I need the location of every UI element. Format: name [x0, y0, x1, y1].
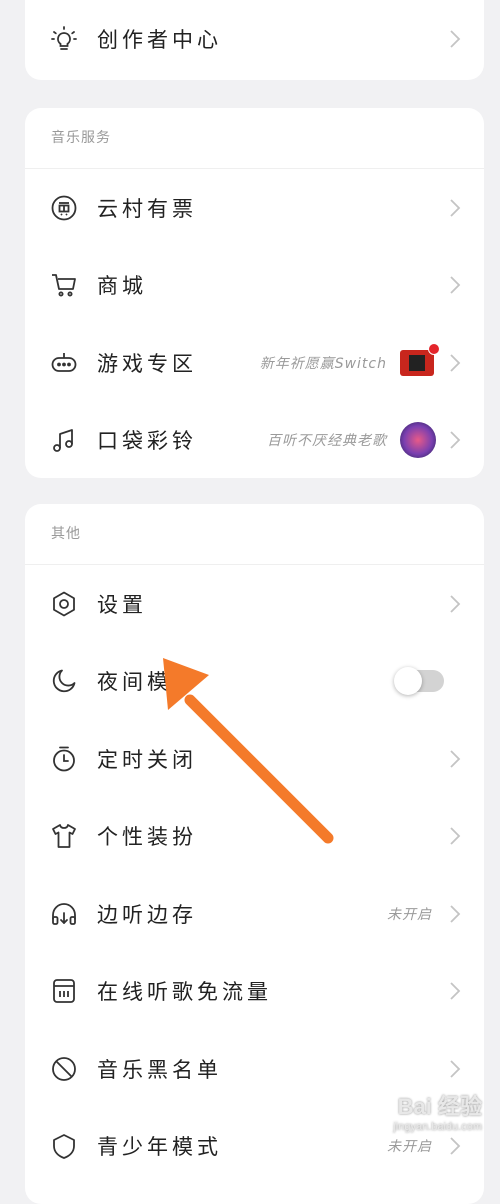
menu-item-tickets[interactable]: 云村有票	[25, 169, 484, 247]
chevron-right-icon	[450, 1137, 461, 1155]
menu-item-label: 个性装扮	[97, 825, 197, 850]
block-icon	[50, 1055, 78, 1083]
menu-item-label: 口袋彩铃	[97, 429, 197, 454]
creator-card: 创作者中心	[25, 0, 484, 80]
menu-item-listen-save[interactable]: 边听边存 未开启	[25, 875, 484, 953]
chevron-right-icon	[450, 750, 461, 768]
menu-item-night-mode: 夜间模	[25, 643, 484, 721]
gamepad-icon	[50, 349, 78, 377]
menu-item-games[interactable]: 游戏专区 新年祈愿赢Switch	[25, 324, 484, 402]
chevron-right-icon	[450, 905, 461, 923]
timer-icon	[50, 745, 78, 773]
menu-item-ringtone[interactable]: 口袋彩铃 百听不厌经典老歌	[25, 402, 484, 479]
chevron-right-icon	[450, 30, 461, 48]
section-title: 其他	[25, 504, 484, 565]
ticket-icon	[50, 194, 78, 222]
menu-item-free-data[interactable]: 在线听歌免流量	[25, 953, 484, 1031]
headphones-download-icon	[50, 900, 78, 928]
shopping-cart-icon	[50, 271, 78, 299]
t-shirt-icon	[50, 822, 78, 850]
menu-item-label: 边听边存	[97, 902, 197, 927]
menu-item-label: 夜间模	[97, 670, 172, 695]
menu-item-label: 云村有票	[97, 196, 197, 221]
menu-item-settings[interactable]: 设置	[25, 565, 484, 643]
section-title: 音乐服务	[25, 108, 484, 169]
chevron-right-icon	[450, 1060, 461, 1078]
menu-item-sleep-timer[interactable]: 定时关闭	[25, 720, 484, 798]
status-text: 未开启	[387, 1139, 432, 1156]
status-text: 未开启	[387, 906, 432, 923]
settings-hexagon-icon	[50, 590, 78, 618]
menu-item-label: 创作者中心	[97, 27, 222, 52]
watermark-main: Bai 经验	[397, 1094, 482, 1119]
chevron-right-icon	[450, 199, 461, 217]
baidu-watermark: Bai 经验 jingyan.baidu.com	[393, 1089, 482, 1133]
menu-item-label: 定时关闭	[97, 747, 197, 772]
chevron-right-icon	[450, 431, 461, 449]
switch-console-thumbnail	[400, 342, 440, 376]
music-note-icon	[50, 426, 78, 454]
menu-item-theme[interactable]: 个性装扮	[25, 798, 484, 876]
menu-item-label: 商城	[97, 274, 147, 299]
promo-text: 百听不厌经典老歌	[267, 433, 387, 450]
data-card-icon	[50, 977, 78, 1005]
promo-text: 新年祈愿赢Switch	[259, 355, 387, 372]
menu-item-label: 青少年模式	[97, 1135, 222, 1160]
moon-icon	[50, 667, 78, 695]
menu-item-label: 游戏专区	[97, 351, 197, 376]
chevron-right-icon	[450, 354, 461, 372]
music-services-card: 音乐服务 云村有票 商城 游戏专区 新年祈愿赢Switch 口袋彩铃 百听不厌经…	[25, 108, 484, 478]
album-thumbnail	[400, 422, 436, 459]
menu-item-label: 在线听歌免流量	[97, 980, 272, 1005]
menu-item-label: 设置	[97, 592, 147, 617]
menu-item-mall[interactable]: 商城	[25, 247, 484, 325]
chevron-right-icon	[450, 827, 461, 845]
chevron-right-icon	[450, 982, 461, 1000]
toggle-knob	[394, 667, 422, 696]
lightbulb-icon	[50, 25, 78, 53]
chevron-right-icon	[450, 276, 461, 294]
notification-dot	[428, 342, 440, 355]
menu-item-creator-center[interactable]: 创作者中心	[25, 0, 484, 78]
shield-icon	[50, 1132, 78, 1160]
chevron-right-icon	[450, 595, 461, 613]
watermark-sub: jingyan.baidu.com	[393, 1121, 482, 1133]
menu-item-label: 音乐黑名单	[97, 1057, 222, 1082]
night-mode-toggle[interactable]	[394, 667, 444, 696]
